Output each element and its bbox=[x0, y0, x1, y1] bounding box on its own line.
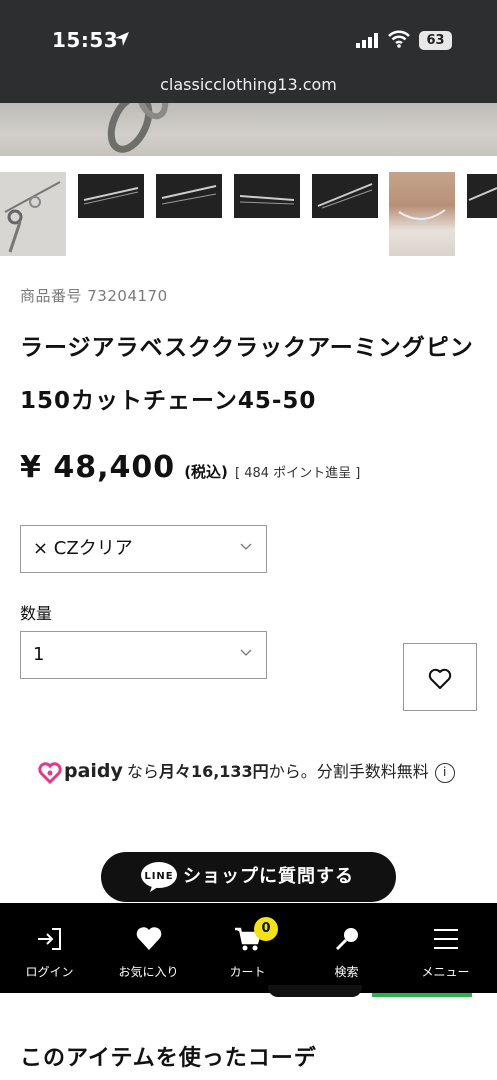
svg-text:LINE: LINE bbox=[144, 871, 173, 882]
thumbnail-5[interactable] bbox=[312, 174, 378, 218]
quantity-select[interactable]: 1 bbox=[20, 631, 267, 679]
product-price: ¥ 48,400 bbox=[20, 450, 176, 485]
nav-menu[interactable]: メニュー bbox=[396, 903, 495, 993]
info-icon[interactable]: i bbox=[434, 762, 455, 783]
thumbnail-2[interactable] bbox=[78, 174, 144, 218]
nav-login[interactable]: ログイン bbox=[0, 903, 99, 993]
tax-label: (税込) bbox=[184, 463, 228, 481]
thumbnail-strip bbox=[0, 172, 497, 256]
nav-favorites[interactable]: お気に入り bbox=[99, 903, 198, 993]
paidy-text-post: から。分割手数料無料 bbox=[268, 762, 429, 781]
points-label: [ 484 ポイント進呈 ] bbox=[235, 466, 361, 481]
nav-search[interactable]: 検索 bbox=[297, 903, 396, 993]
hidden-cta-left[interactable] bbox=[268, 985, 362, 997]
thumbnail-7[interactable] bbox=[467, 174, 497, 218]
paidy-text-pre: なら bbox=[126, 762, 159, 781]
product-main-image[interactable] bbox=[0, 103, 497, 156]
nav-menu-label: メニュー bbox=[421, 965, 470, 979]
address-bar[interactable]: classicclothing13.com bbox=[0, 75, 497, 94]
quantity-label: 数量 bbox=[20, 604, 53, 623]
nav-search-label: 検索 bbox=[334, 965, 359, 979]
quantity-selected-value: 1 bbox=[33, 644, 45, 665]
chevron-down-icon bbox=[240, 543, 252, 550]
price-row: ¥ 48,400 (税込) [ 484 ポイント進呈 ] bbox=[20, 450, 360, 485]
nav-login-label: ログイン bbox=[25, 965, 74, 979]
paidy-wordmark: paidy bbox=[64, 760, 123, 782]
battery-indicator: 63 bbox=[419, 31, 452, 50]
line-logo-icon: LINE bbox=[141, 862, 177, 892]
line-inquiry-button[interactable]: LINE ショップに質問する bbox=[101, 852, 396, 902]
line-button-label: ショップに質問する bbox=[183, 866, 354, 887]
location-arrow-icon bbox=[115, 32, 129, 46]
nav-cart-label: カート bbox=[229, 965, 266, 979]
heart-icon bbox=[136, 927, 162, 950]
chain-image bbox=[107, 103, 169, 153]
thumbnail-6[interactable] bbox=[389, 172, 455, 256]
paidy-monthly-amount: 月々16,133円 bbox=[158, 762, 269, 781]
menu-icon bbox=[434, 929, 458, 949]
hidden-cta-right[interactable] bbox=[372, 993, 472, 997]
bottom-navigation: ログイン お気に入り カート 検索 メニュー bbox=[0, 903, 497, 993]
wifi-icon bbox=[388, 30, 410, 48]
login-icon bbox=[38, 928, 61, 950]
coordinate-section-title: このアイテムを使ったコーデ bbox=[20, 1046, 317, 1071]
thumbnail-3[interactable] bbox=[156, 174, 222, 218]
variant-selected-value: × CZクリア bbox=[33, 538, 133, 559]
paidy-logo-icon bbox=[38, 761, 62, 784]
thumbnail-4[interactable] bbox=[234, 174, 300, 218]
product-sku: 商品番号 73204170 bbox=[20, 287, 168, 305]
thumbnail-1[interactable] bbox=[0, 172, 66, 256]
variant-select[interactable]: × CZクリア bbox=[20, 525, 267, 573]
signal-icon bbox=[356, 33, 378, 48]
browser-top-bar: 15:53 63 classicclothing13.com bbox=[0, 0, 497, 103]
chevron-down-icon bbox=[240, 649, 252, 656]
product-title: ラージアラベスククラックアーミングピン150カットチェーン45-50 bbox=[20, 335, 474, 414]
nav-favorites-label: お気に入り bbox=[118, 965, 179, 979]
add-to-favorites-button[interactable] bbox=[403, 643, 477, 711]
status-time: 15:53 bbox=[52, 28, 119, 52]
heart-outline-icon bbox=[428, 668, 452, 689]
paidy-installment-notice: paidy なら月々16,133円から。分割手数料無料 i bbox=[38, 756, 468, 787]
search-icon bbox=[335, 928, 358, 951]
cart-count-badge: 0 bbox=[254, 917, 278, 941]
nav-cart[interactable]: カート bbox=[198, 903, 297, 993]
